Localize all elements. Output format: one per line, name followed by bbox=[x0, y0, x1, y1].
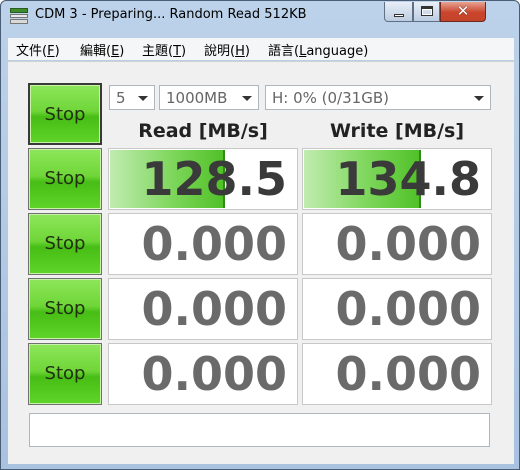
close-button[interactable]: ✕ bbox=[440, 2, 486, 22]
stop-label: Stop bbox=[44, 168, 86, 189]
minimize-button[interactable] bbox=[384, 2, 413, 22]
read-result-512k: 0.000 bbox=[108, 213, 298, 275]
menu-theme[interactable]: 主題(T) bbox=[142, 40, 186, 59]
maximize-button[interactable] bbox=[413, 2, 440, 22]
write-value: 134.8 bbox=[335, 152, 481, 206]
stop-all-label: Stop bbox=[44, 104, 86, 125]
write-result-4k: 0.000 bbox=[302, 278, 492, 340]
menu-help-key: H bbox=[235, 44, 245, 59]
read-value: 0.000 bbox=[141, 347, 287, 401]
menu-edit-label: 編輯( bbox=[80, 44, 112, 59]
write-value: 0.000 bbox=[335, 217, 481, 271]
stop-button-4k-qd32[interactable]: Stop bbox=[28, 343, 102, 405]
drive-value: H: 0% (0/31GB) bbox=[272, 89, 389, 107]
benchmark-panel: Stop 5 1000MB H: 0% (0/31GB) Read [MB/s]… bbox=[8, 61, 514, 464]
stop-label: Stop bbox=[44, 363, 86, 384]
size-value: 1000MB bbox=[166, 89, 228, 107]
read-header: Read [MB/s] bbox=[138, 120, 268, 142]
write-value: 0.000 bbox=[335, 347, 481, 401]
menu-bar: 文件(F) 編輯(E) 主題(T) 說明(H) 語言(Language) bbox=[8, 38, 514, 60]
stop-label: Stop bbox=[44, 298, 86, 319]
menu-file-tail: ) bbox=[54, 44, 60, 59]
menu-theme-tail: ) bbox=[181, 44, 187, 59]
drive-select[interactable]: H: 0% (0/31GB) bbox=[265, 85, 491, 110]
read-value: 0.000 bbox=[141, 217, 287, 271]
read-value: 128.5 bbox=[141, 152, 287, 206]
stop-all-button[interactable]: Stop bbox=[28, 83, 102, 145]
title-bar[interactable]: CDM 3 - Preparing... Random Read 512KB ✕ bbox=[1, 1, 519, 31]
write-result-512k: 0.000 bbox=[302, 213, 492, 275]
size-select[interactable]: 1000MB bbox=[159, 85, 259, 110]
stop-label: Stop bbox=[44, 233, 86, 254]
chevron-down-icon bbox=[474, 96, 484, 101]
maximize-icon bbox=[421, 6, 433, 16]
window-title: CDM 3 - Preparing... Random Read 512KB bbox=[35, 7, 307, 22]
menu-edit[interactable]: 編輯(E) bbox=[80, 40, 124, 59]
count-value: 5 bbox=[116, 89, 126, 107]
menu-file-key: F bbox=[47, 44, 55, 59]
menu-help[interactable]: 說明(H) bbox=[204, 40, 250, 59]
read-result-4k-qd32: 0.000 bbox=[108, 343, 298, 405]
menu-help-tail: ) bbox=[244, 44, 250, 59]
read-value: 0.000 bbox=[141, 282, 287, 336]
write-result-seq: 134.8 bbox=[302, 148, 492, 210]
stop-button-4k[interactable]: Stop bbox=[28, 278, 102, 340]
chevron-down-icon bbox=[242, 96, 252, 101]
app-icon[interactable] bbox=[10, 8, 28, 24]
stop-button-512k[interactable]: Stop bbox=[28, 213, 102, 275]
menu-language-tail: anguage) bbox=[306, 44, 369, 59]
close-icon: ✕ bbox=[456, 2, 470, 20]
menu-language-label: 語言( bbox=[268, 44, 300, 59]
comment-input[interactable] bbox=[29, 413, 490, 447]
write-result-4k-qd32: 0.000 bbox=[302, 343, 492, 405]
minimize-icon bbox=[394, 14, 404, 17]
menu-theme-label: 主題( bbox=[142, 44, 174, 59]
count-select[interactable]: 5 bbox=[109, 85, 155, 110]
menu-edit-tail: ) bbox=[119, 44, 125, 59]
menu-file-label: 文件( bbox=[16, 44, 48, 59]
read-result-4k: 0.000 bbox=[108, 278, 298, 340]
write-header: Write [MB/s] bbox=[329, 120, 465, 142]
read-result-seq: 128.5 bbox=[108, 148, 298, 210]
menu-theme-key: T bbox=[173, 44, 182, 59]
app-window: CDM 3 - Preparing... Random Read 512KB ✕… bbox=[0, 0, 520, 470]
stop-button-seq[interactable]: Stop bbox=[28, 148, 102, 210]
menu-file[interactable]: 文件(F) bbox=[16, 40, 60, 59]
menu-language[interactable]: 語言(Language) bbox=[268, 40, 368, 59]
write-value: 0.000 bbox=[335, 282, 481, 336]
chevron-down-icon bbox=[138, 96, 148, 101]
menu-help-label: 說明( bbox=[204, 44, 236, 59]
